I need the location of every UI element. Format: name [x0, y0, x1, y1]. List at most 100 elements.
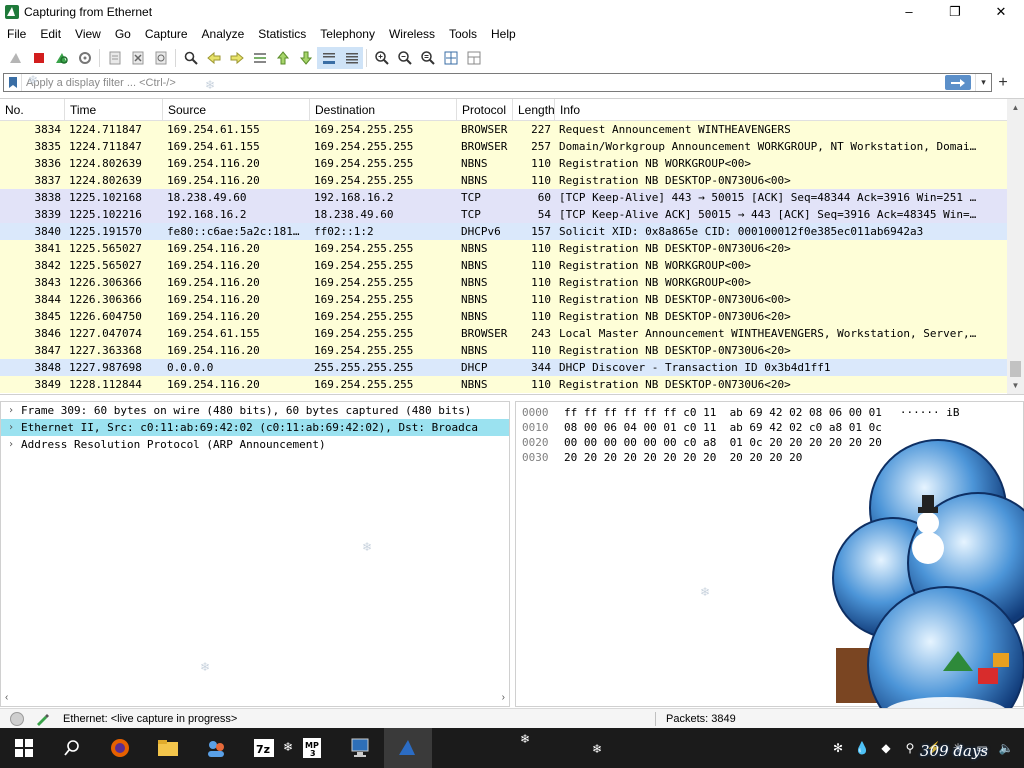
go-first-icon[interactable] [271, 47, 294, 69]
cell-source: 169.254.116.20 [167, 157, 260, 170]
packet-row[interactable]: 3848 1227.987698 0.0.0.0 255.255.255.255 DHC… [0, 359, 1007, 376]
menu-go[interactable]: Go [108, 24, 138, 45]
menu-edit[interactable]: Edit [33, 24, 68, 45]
scroll-up-icon[interactable]: ▲ [1007, 99, 1024, 116]
hex-row[interactable]: 0000 ff ff ff ff ff ff c0 11 ab 69 42 02… [516, 405, 1023, 420]
zoom-out-icon[interactable] [393, 47, 416, 69]
column-header-no[interactable]: No. [0, 99, 65, 121]
shark-fin-start-icon[interactable] [4, 47, 27, 69]
windows-start-icon[interactable] [0, 728, 48, 768]
menu-statistics[interactable]: Statistics [251, 24, 313, 45]
go-to-packet-icon[interactable] [248, 47, 271, 69]
auto-scroll-icon[interactable] [317, 47, 340, 69]
filter-bookmark-icon[interactable] [4, 74, 22, 91]
tray-shield-icon[interactable]: ◆ [874, 728, 898, 768]
packet-row[interactable]: 3842 1225.565027 169.254.116.20 169.254.255… [0, 257, 1007, 274]
stop-capture-icon[interactable] [27, 47, 50, 69]
packet-row[interactable]: 3834 1224.711847 169.254.61.155 169.254.255… [0, 121, 1007, 138]
expert-info-led-icon[interactable] [10, 711, 24, 726]
mp3-app-icon[interactable]: MP 3 [288, 728, 336, 768]
tray-drop-icon[interactable]: 💧 [850, 728, 874, 768]
colorize-icon[interactable] [340, 47, 363, 69]
cell-length: 110 [531, 293, 551, 306]
packet-row[interactable]: 3839 1225.102216 192.168.16.2 18.238.49.60 T… [0, 206, 1007, 223]
apply-filter-icon[interactable] [945, 75, 971, 90]
hex-bytes: 00 00 00 00 00 00 c0 a8 01 0c 20 20 20 2… [564, 436, 882, 449]
packet-list-scrollbar[interactable]: ▲ ▼ [1007, 99, 1024, 394]
menu-tools[interactable]: Tools [442, 24, 484, 45]
column-header-protocol[interactable]: Protocol [457, 99, 513, 121]
column-header-source[interactable]: Source [163, 99, 310, 121]
tree-item-frame[interactable]: › Frame 309: 60 bytes on wire (480 bits)… [1, 402, 509, 419]
scroll-down-icon[interactable]: ▼ [1007, 377, 1024, 394]
volume-icon[interactable]: 🔈 [994, 728, 1018, 768]
packet-row[interactable]: 3840 1225.191570 fe80::c6ae:5a2c:181… ff02:… [0, 223, 1007, 240]
capture-comment-icon[interactable] [34, 711, 50, 727]
packet-row[interactable]: 3835 1224.711847 169.254.61.155 169.254.255… [0, 138, 1007, 155]
menu-wireless[interactable]: Wireless [382, 24, 442, 45]
packet-row[interactable]: 3846 1227.047074 169.254.61.155 169.254.255… [0, 325, 1007, 342]
packet-row[interactable]: 3841 1225.565027 169.254.116.20 169.254.255… [0, 240, 1007, 257]
cell-time: 1224.711847 [69, 140, 142, 153]
7zip-icon[interactable]: 7z [240, 728, 288, 768]
column-header-destination[interactable]: Destination [310, 99, 457, 121]
open-file-icon[interactable] [103, 47, 126, 69]
column-header-length[interactable]: Length [513, 99, 555, 121]
wireshark-icon[interactable] [384, 728, 432, 768]
menu-capture[interactable]: Capture [138, 24, 195, 45]
menu-analyze[interactable]: Analyze [195, 24, 252, 45]
expand-arrow-icon[interactable]: › [1, 436, 21, 453]
details-horizontal-scrollbar[interactable]: ‹ › [1, 689, 509, 706]
hex-row[interactable]: 0030 20 20 20 20 20 20 20 20 20 20 20 20 [516, 450, 1023, 465]
hex-row[interactable]: 0020 00 00 00 00 00 00 c0 a8 01 0c 20 20… [516, 435, 1023, 450]
packet-row[interactable]: 3837 1224.802639 169.254.116.20 169.254.255… [0, 172, 1007, 189]
go-forward-icon[interactable] [225, 47, 248, 69]
go-back-icon[interactable] [202, 47, 225, 69]
scroll-right-icon[interactable]: › [502, 692, 505, 703]
expand-arrow-icon[interactable]: › [1, 419, 21, 436]
go-last-icon[interactable] [294, 47, 317, 69]
hex-row[interactable]: 0010 08 00 06 04 00 01 c0 11 ab 69 42 02… [516, 420, 1023, 435]
packet-row[interactable]: 3844 1226.306366 169.254.116.20 169.254.255… [0, 291, 1007, 308]
zoom-in-icon[interactable] [370, 47, 393, 69]
scroll-left-icon[interactable]: ‹ [5, 692, 8, 703]
tray-search-icon[interactable]: ⚲ [898, 728, 922, 768]
expand-arrow-icon[interactable]: › [1, 402, 21, 419]
column-header-info[interactable]: Info [555, 99, 1007, 121]
tree-item-ethernet[interactable]: › Ethernet II, Src: c0:11:ab:69:42:02 (c… [1, 419, 509, 436]
menu-telephony[interactable]: Telephony [313, 24, 382, 45]
add-filter-button[interactable]: + [994, 73, 1012, 92]
packet-row[interactable]: 3849 1228.112844 169.254.116.20 169.254.255… [0, 376, 1007, 393]
users-icon[interactable] [192, 728, 240, 768]
cell-no: 3844 [34, 293, 62, 306]
packet-row[interactable]: 3836 1224.802639 169.254.116.20 169.254.255… [0, 155, 1007, 172]
network-computer-icon[interactable] [336, 728, 384, 768]
file-explorer-icon[interactable] [144, 728, 192, 768]
layout-icon[interactable] [462, 47, 485, 69]
packet-row[interactable]: 3838 1225.102168 18.238.49.60 192.168.16.2 T… [0, 189, 1007, 206]
restart-capture-icon[interactable] [50, 47, 73, 69]
find-packet-icon[interactable] [179, 47, 202, 69]
packet-row[interactable]: 3847 1227.363368 169.254.116.20 169.254.255… [0, 342, 1007, 359]
minimize-button[interactable]: – [886, 0, 932, 23]
column-header-time[interactable]: Time [65, 99, 163, 121]
filter-history-dropdown[interactable]: ▾ [975, 74, 991, 91]
firefox-icon[interactable] [96, 728, 144, 768]
packet-row[interactable]: 3843 1226.306366 169.254.116.20 169.254.255… [0, 274, 1007, 291]
tree-item-arp[interactable]: › Address Resolution Protocol (ARP Annou… [1, 436, 509, 453]
display-filter-input[interactable] [22, 74, 945, 91]
close-file-icon[interactable] [126, 47, 149, 69]
menu-file[interactable]: File [0, 24, 33, 45]
close-button[interactable]: ✕ [978, 0, 1024, 23]
tray-app-icon[interactable]: ✻ [826, 728, 850, 768]
maximize-button[interactable]: ❐ [932, 0, 978, 23]
menu-help[interactable]: Help [484, 24, 523, 45]
scroll-thumb[interactable] [1010, 361, 1021, 377]
menu-view[interactable]: View [68, 24, 108, 45]
capture-options-icon[interactable] [73, 47, 96, 69]
resize-columns-icon[interactable] [439, 47, 462, 69]
search-icon[interactable] [48, 728, 96, 768]
reload-file-icon[interactable] [149, 47, 172, 69]
packet-row[interactable]: 3845 1226.604750 169.254.116.20 169.254.255… [0, 308, 1007, 325]
zoom-normal-icon[interactable] [416, 47, 439, 69]
